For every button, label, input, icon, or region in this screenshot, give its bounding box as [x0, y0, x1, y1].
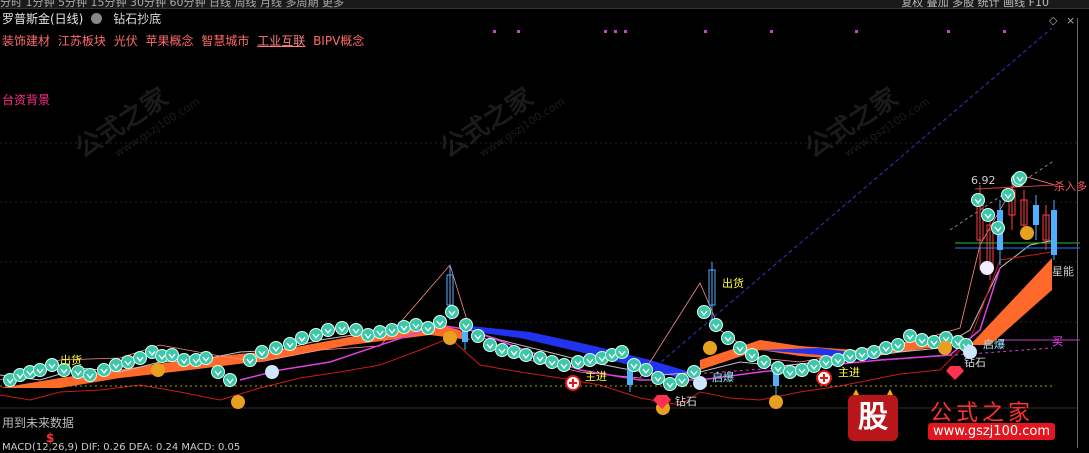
diamond-signal-icon [495, 343, 509, 357]
diamond-signal-icon [133, 351, 147, 365]
diamond-signal-icon [433, 315, 447, 329]
diamond-signal-icon [651, 371, 665, 385]
diamond-signal-icon [33, 363, 47, 377]
diamond-signal-icon [627, 358, 641, 372]
diamond-signal-icon [807, 359, 821, 373]
top-markers [493, 30, 1006, 33]
diamond-signal-icon [409, 318, 423, 332]
signal-label: 买 [1052, 335, 1063, 348]
diamond-signal-icon [867, 345, 881, 359]
diamond-signal-icon [373, 325, 387, 339]
diamond-signal-icon [757, 355, 771, 369]
diamond-signal-icon [83, 368, 97, 382]
diamond-signal-icon [709, 318, 723, 332]
diamond-signal-icon [1001, 188, 1015, 202]
diamond-signal-icon [721, 331, 735, 345]
diamond-signal-icon [385, 323, 399, 337]
diamond-signal-icon [109, 358, 123, 372]
logo-url: www.gszj100.com [928, 423, 1056, 440]
diamond-signal-icon [879, 341, 893, 355]
diamond-signal-icon [283, 337, 297, 351]
diamond-signal-icon [243, 353, 257, 367]
diamond-signal-icon [663, 377, 677, 391]
diamond-signal-icon [615, 345, 629, 359]
diamond-signal-icon [557, 358, 571, 372]
diamond-signal-icon [349, 323, 363, 337]
diamond-signal-icon [545, 355, 559, 369]
diamond-signal-icon [971, 193, 985, 207]
diamond-signal-icon [639, 363, 653, 377]
diamond-signal-icon [533, 351, 547, 365]
diamond-signal-icon [891, 338, 905, 352]
orange-badges [151, 226, 1034, 415]
diamond-signal-icon [483, 338, 497, 352]
diamond-signal-icon [45, 358, 59, 372]
diamond-signal-icon [991, 221, 1005, 235]
diamond-signal-icon [745, 348, 759, 362]
diamond-signal-icon [211, 365, 225, 379]
diamond-signal-icon [321, 323, 335, 337]
diamond-signal-icon [421, 321, 435, 335]
diamond-signals [3, 171, 1027, 391]
diamond-signal-icon [783, 365, 797, 379]
diamond-signal-icon [459, 318, 473, 332]
diamond-signal-icon [335, 321, 349, 335]
signal-label: 主进 [838, 366, 860, 379]
signal-label: 出货 [722, 277, 744, 290]
diamond-signal-icon [981, 208, 995, 222]
diamond-signal-icon [675, 373, 689, 387]
signal-label: 启爆 [983, 338, 1005, 351]
diamond-signal-icon [97, 363, 111, 377]
diamond-signal-icon [177, 353, 191, 367]
price-chart[interactable] [0, 0, 1089, 448]
diamond-signal-icon [795, 363, 809, 377]
diamond-signal-icon [1013, 171, 1027, 185]
future-data-label: 用到未来数据 [2, 416, 75, 430]
diamond-signal-icon [309, 328, 323, 342]
diamond-signal-icon [269, 341, 283, 355]
diamond-signal-icon [855, 347, 869, 361]
diamond-signal-icon [571, 355, 585, 369]
diamond-signal-icon [903, 329, 917, 343]
diamond-signal-icon [397, 320, 411, 334]
diamond-signal-icon [255, 345, 269, 359]
blue-band [460, 326, 690, 378]
diamond-signal-icon [519, 348, 533, 362]
signal-label: 钻石 [964, 356, 986, 369]
price-label: 6.92 [971, 174, 996, 187]
diamond-signal-icon [819, 355, 833, 369]
signal-label: 主进 [585, 370, 607, 383]
diamond-signal-icon [471, 329, 485, 343]
diamond-signal-icon [361, 328, 375, 342]
brand-logo: 股 公式之家 www.gszj100.com [848, 389, 1073, 446]
logo-char: 股 [848, 395, 898, 441]
diamond-signal-icon [771, 361, 785, 375]
signal-label: 出货 [60, 354, 82, 367]
diamond-signal-icon [843, 349, 857, 363]
diamond-signal-icon [697, 305, 711, 319]
signal-label: 杀入多 [1054, 180, 1087, 193]
diamond-signal-icon [199, 351, 213, 365]
signal-label: 启爆 [712, 371, 734, 384]
lower-band-line [0, 251, 1053, 406]
diamond-signal-icon [121, 355, 135, 369]
diamond-signal-icon [507, 345, 521, 359]
diamond-signal-icon [295, 331, 309, 345]
diamond-signal-icon [915, 333, 929, 347]
diamond-signal-icon [165, 348, 179, 362]
diamond-signal-icon [223, 373, 237, 387]
signal-label: 钻石 [675, 395, 697, 408]
diamond-signal-icon [583, 353, 597, 367]
diamond-signal-icon [733, 341, 747, 355]
right-axis [1077, 18, 1078, 448]
signal-label: 星能 [1052, 265, 1074, 278]
diamond-signal-icon [445, 305, 459, 319]
